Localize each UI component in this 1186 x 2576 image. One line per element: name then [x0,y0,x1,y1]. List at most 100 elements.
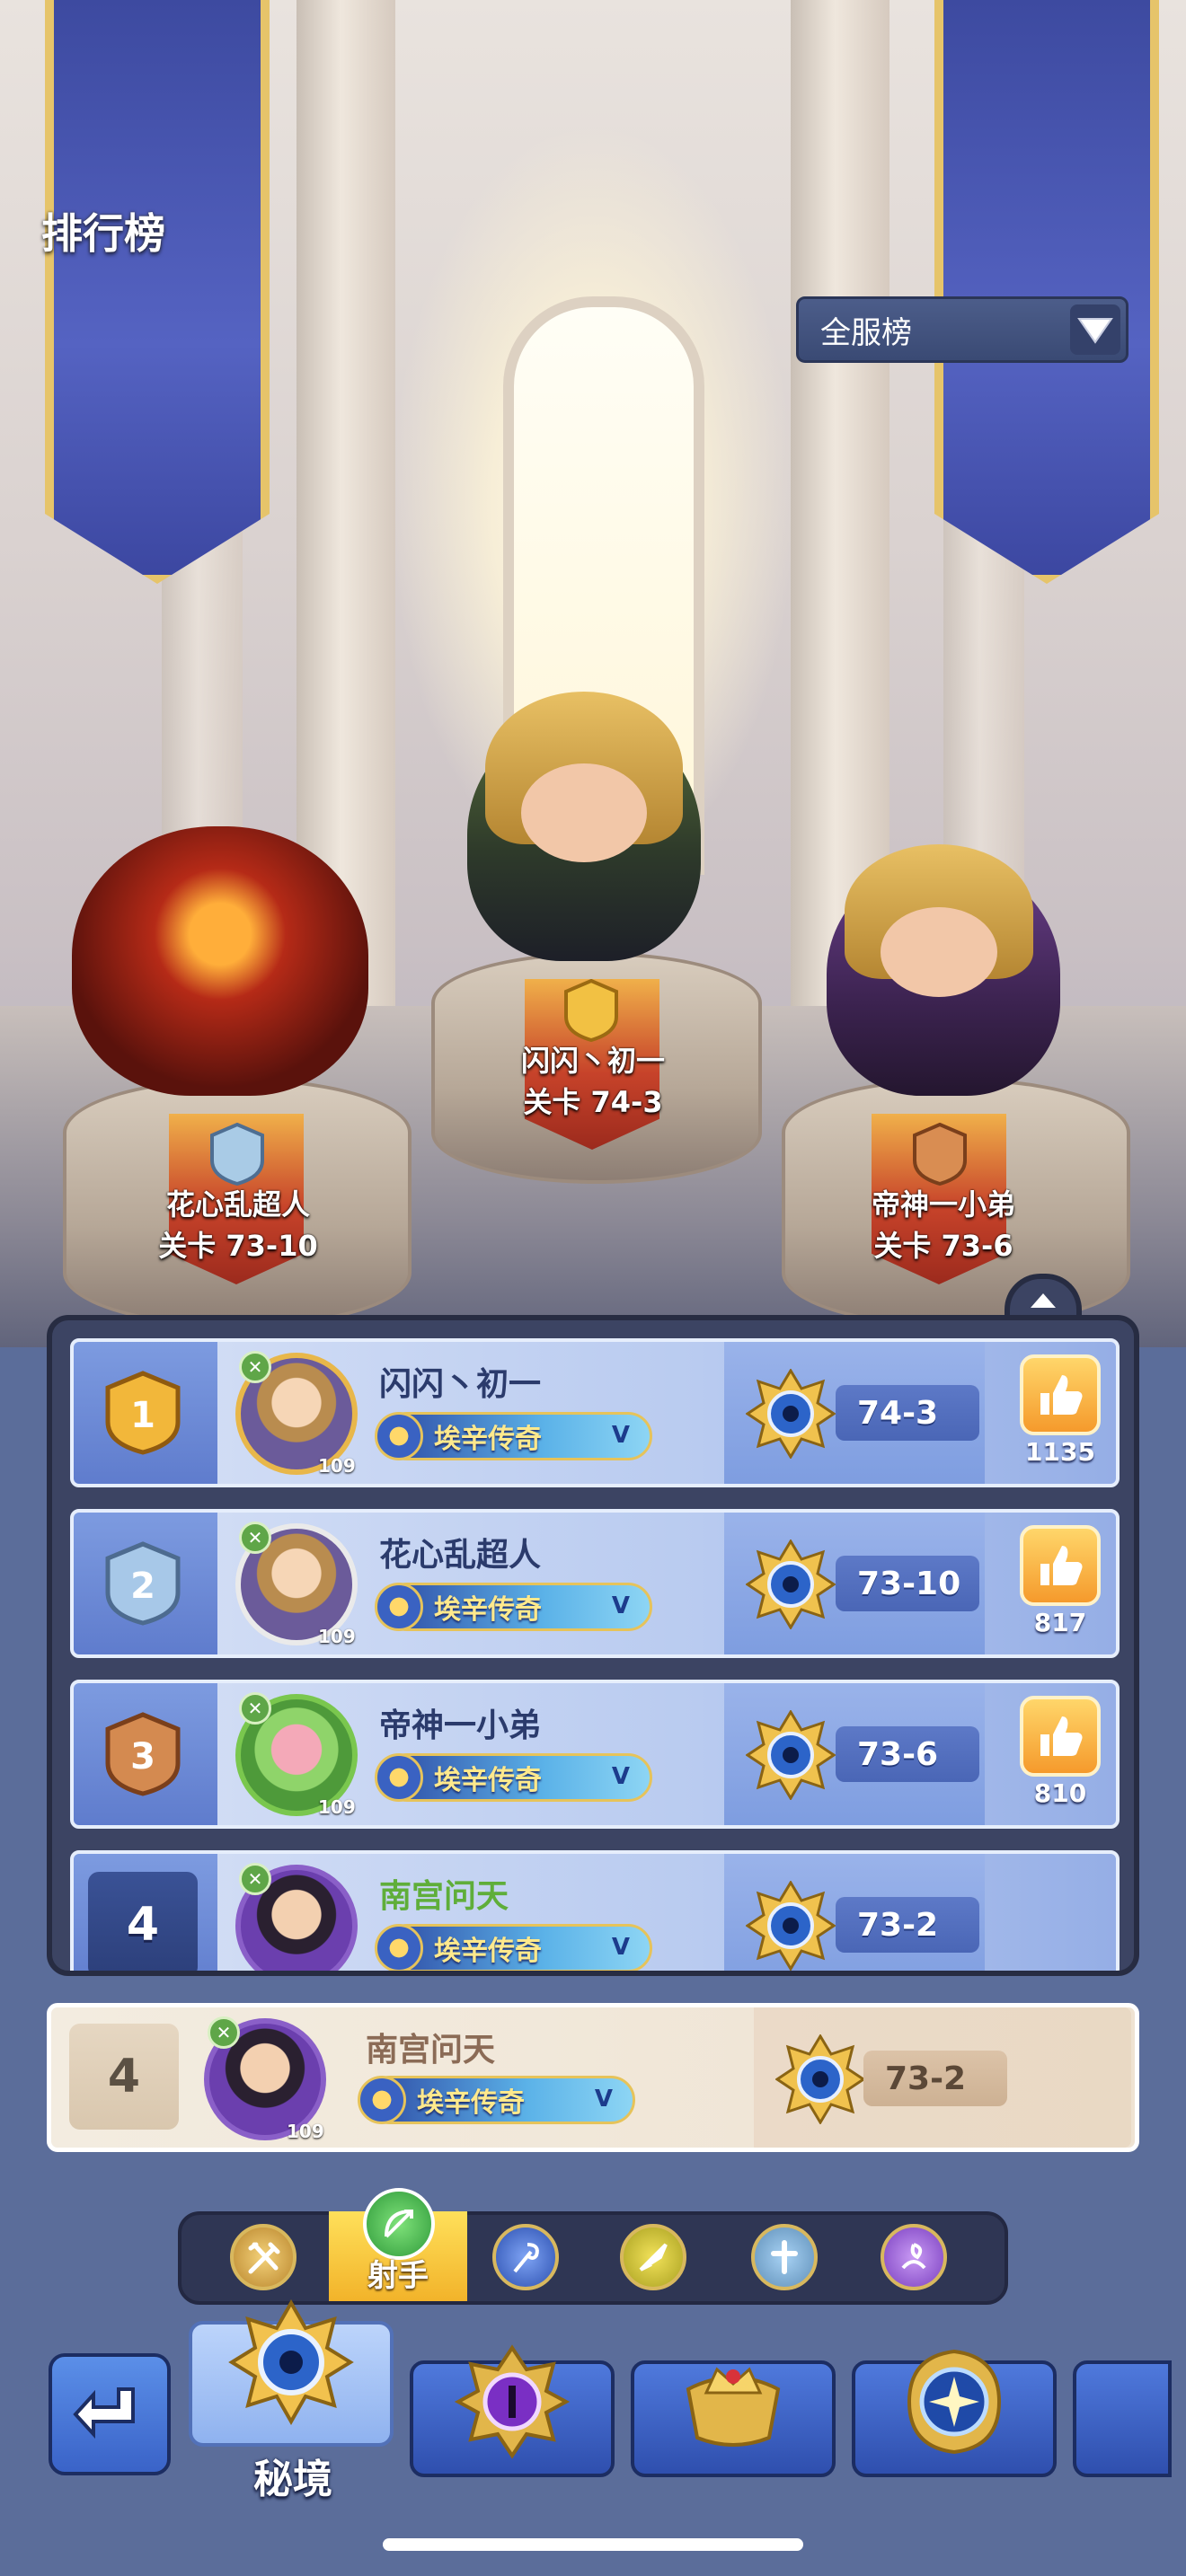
tab-secret-realm[interactable] [189,2298,394,2447]
my-guild-tag: 埃辛传奇 V [358,2076,635,2124]
like-count: 810 [1033,1778,1087,1808]
right-banner [934,0,1159,584]
bottom-tab-bar [0,2298,1186,2501]
guild-crest-icon [375,1753,423,1802]
player-level: 109 [318,1455,356,1477]
podium-second-label: 花心乱超人 关卡 73-10 [126,1184,350,1266]
class-badge-icon: ✕ [239,1863,271,1895]
class-badge-icon: ✕ [239,1351,271,1383]
chevron-up-icon [1031,1293,1056,1308]
player-name: 花心乱超人 [379,1537,542,1574]
my-rank-badge: 4 [69,2024,179,2130]
player-level: 109 [318,1796,356,1818]
tab-star-gate[interactable] [852,2349,1057,2477]
guild-rank: V [611,1422,630,1449]
left-banner [45,0,270,584]
server-scope-dropdown[interactable]: 全服榜 [796,296,1128,363]
tab-shadow-realm[interactable] [410,2344,615,2477]
thumbs-up-icon[interactable] [1020,1525,1101,1606]
guild-rank: V [594,2086,613,2113]
guild-tag: 埃辛传奇 V [375,1924,652,1971]
home-indicator[interactable] [383,2538,803,2551]
my-rank-number: 4 [107,2050,141,2104]
my-stage-value: 73-2 [863,2051,1007,2106]
podium-second-stage: 关卡 73-10 [158,1229,318,1263]
thumbs-up-icon[interactable] [1020,1696,1101,1777]
bronze-rank-shield-icon: 3 [105,1712,181,1796]
like-button[interactable]: 1135 [1015,1354,1105,1467]
silver-rank-shield-icon: 2 [105,1541,181,1626]
dropdown-selected-value: 全服榜 [820,314,912,351]
summoner-class-icon[interactable] [881,2224,947,2290]
rank-2-badge-icon [208,1122,266,1187]
rank-3-badge-icon [911,1122,969,1187]
tab-more[interactable] [1073,2360,1172,2477]
like-button[interactable]: 810 [1015,1696,1105,1808]
rank-number: 4 [126,1898,160,1952]
tab-secret-realm-label: 秘境 [253,2457,332,2502]
back-arrow-icon [73,2387,135,2439]
mage-class-icon[interactable] [492,2224,559,2290]
stage-value: 74-3 [836,1385,979,1441]
ranking-rows: 1 ✕ 109 闪闪丶初一 埃辛传奇 V 74-3 1135 2 ✕ 109 花… [70,1338,1120,1971]
player-name: 闪闪丶初一 [379,1366,542,1403]
player-name: 帝神一小弟 [379,1707,542,1744]
warrior-class-icon[interactable] [230,2224,296,2290]
archer-class-icon[interactable] [363,2188,435,2260]
guild-crest-icon [375,1924,423,1971]
svg-text:2: 2 [130,1566,155,1607]
guild-name: 埃辛传奇 [434,1424,542,1455]
like-count: 817 [1033,1608,1087,1637]
rank-badge: 4 [88,1872,198,1971]
my-rank-row[interactable]: 4 ✕ 109 南宫问天 埃辛传奇 V 73-2 [47,2003,1139,2152]
page-title: 排行榜 [41,209,165,258]
my-level: 109 [287,2121,324,2142]
tab-crown[interactable] [631,2360,836,2477]
ranking-row[interactable]: 1 ✕ 109 闪闪丶初一 埃辛传奇 V 74-3 1135 [70,1338,1120,1487]
class-badge-icon: ✕ [239,1522,271,1554]
chevron-down-icon[interactable] [1070,304,1120,355]
assassin-class-icon[interactable] [620,2224,686,2290]
guild-rank: V [611,1763,630,1790]
stage-value: 73-6 [836,1726,979,1782]
player-level: 109 [318,1626,356,1647]
stage-value: 73-10 [836,1556,979,1611]
priest-class-icon[interactable] [751,2224,818,2290]
podium-third-name: 帝神一小弟 [871,1187,1015,1222]
secret-realm-emblem-icon [228,2298,354,2426]
guild-tag: 埃辛传奇 V [375,1583,652,1631]
rank-badge: 1 [88,1360,198,1466]
ranking-list-panel[interactable]: 1 ✕ 109 闪闪丶初一 埃辛传奇 V 74-3 1135 2 ✕ 109 花… [47,1315,1139,1976]
like-button[interactable]: 817 [1015,1525,1105,1637]
podium-first-label: 闪闪丶初一 关卡 74-3 [485,1040,701,1123]
svg-text:1: 1 [130,1395,155,1436]
back-button[interactable] [49,2353,171,2475]
secret-realm-icon [745,1539,836,1630]
star-gate-emblem-icon [891,2339,1017,2465]
class-badge-icon: ✕ [239,1692,271,1725]
class-badge-icon: ✕ [208,2016,240,2049]
secret-realm-icon [745,1709,836,1801]
hero-figure-third [827,844,1060,1096]
guild-name: 埃辛传奇 [434,1765,542,1796]
ranking-row[interactable]: 2 ✕ 109 花心乱超人 埃辛传奇 V 73-10 817 [70,1509,1120,1658]
guild-name: 埃辛传奇 [434,1936,542,1967]
guild-tag: 埃辛传奇 V [375,1753,652,1802]
ranking-row[interactable]: 4 ✕ 南宫问天 埃辛传奇 V 73-2 [70,1850,1120,1971]
rank-1-badge-icon [562,978,620,1043]
void-eye-emblem-icon [449,2339,575,2465]
stage-value: 73-2 [836,1897,979,1953]
podium-first-name: 闪闪丶初一 [520,1044,665,1078]
class-filter-active-label: 射手 [367,2258,429,2294]
ranking-row[interactable]: 3 ✕ 109 帝神一小弟 埃辛传奇 V 73-6 810 [70,1680,1120,1829]
rank-badge: 2 [88,1531,198,1636]
guild-crest-icon [375,1583,423,1631]
guild-rank: V [611,1592,630,1619]
gold-rank-shield-icon: 1 [105,1371,181,1455]
secret-realm-icon [745,1368,836,1460]
thumbs-up-icon[interactable] [1020,1354,1101,1435]
podium-third-stage: 关卡 73-6 [873,1229,1013,1263]
rank-badge: 3 [88,1701,198,1807]
guild-crest-icon [358,2076,406,2124]
secret-realm-icon [745,1880,836,1971]
